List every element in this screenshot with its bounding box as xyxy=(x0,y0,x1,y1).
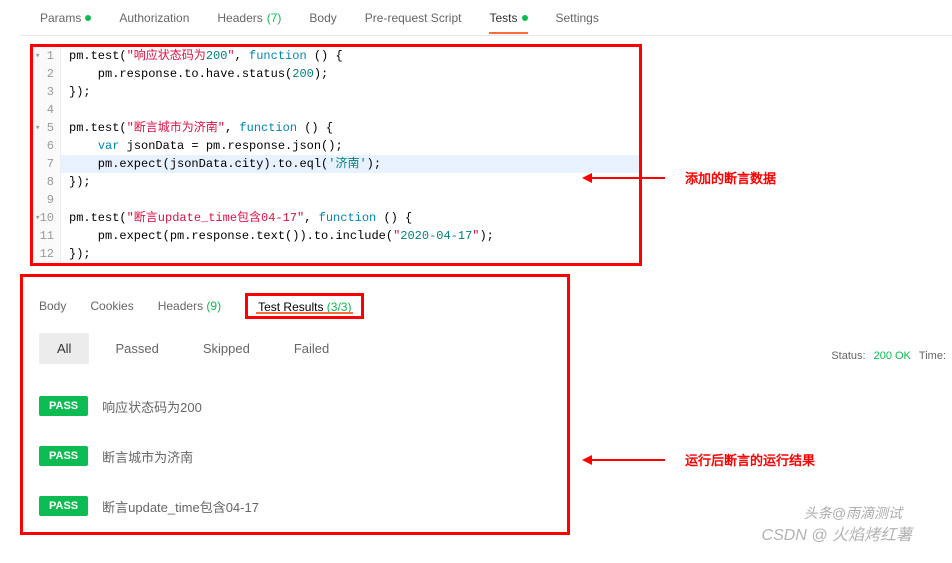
code-line[interactable]: 9 xyxy=(33,191,639,209)
tab-authorization[interactable]: Authorization xyxy=(119,3,189,33)
code-line[interactable]: 4 xyxy=(33,101,639,119)
dot-icon xyxy=(85,15,91,21)
code-line[interactable]: 11 pm.expect(pm.response.text()).to.incl… xyxy=(33,227,639,245)
annotation-text: 添加的断言数据 xyxy=(685,168,776,187)
response-panel: Body Cookies Headers (9) Test Results (3… xyxy=(20,274,570,535)
code-line[interactable]: 5▾pm.test("断言城市为济南", function () { xyxy=(33,119,639,137)
watermark-toutiao: 头条@雨滴测试 xyxy=(804,503,902,523)
filter-skipped[interactable]: Skipped xyxy=(185,333,268,364)
tab-tests[interactable]: Tests xyxy=(489,3,527,33)
code-line[interactable]: 12}); xyxy=(33,245,639,263)
test-filter-bar: All Passed Skipped Failed xyxy=(23,323,567,374)
response-tab-testresults[interactable]: Test Results (3/3) xyxy=(245,293,364,319)
tab-prerequest[interactable]: Pre-request Script xyxy=(365,3,462,33)
code-line[interactable]: 3}); xyxy=(33,83,639,101)
dot-icon xyxy=(522,15,528,21)
filter-all[interactable]: All xyxy=(39,333,89,364)
tab-params[interactable]: Params xyxy=(40,3,91,33)
test-name: 断言update_time包含04-17 xyxy=(102,497,259,516)
response-tab-cookies[interactable]: Cookies xyxy=(90,293,133,319)
annotation-run-results: 运行后断言的运行结果 xyxy=(585,450,815,469)
tests-code-editor[interactable]: 1▾pm.test("响应状态码为200", function () {2 pm… xyxy=(30,44,642,266)
test-name: 响应状态码为200 xyxy=(102,397,202,416)
watermark-csdn: CSDN @ 火焰烤红薯 xyxy=(762,521,912,545)
arrow-left-icon xyxy=(585,177,665,179)
response-status: Status:200 OK Time: xyxy=(831,350,946,362)
test-result-row: PASS 断言update_time包含04-17 xyxy=(23,488,567,524)
annotation-text: 运行后断言的运行结果 xyxy=(685,450,815,469)
code-line[interactable]: 8}); xyxy=(33,173,639,191)
annotation-added-assertion: 添加的断言数据 xyxy=(585,168,776,187)
filter-failed[interactable]: Failed xyxy=(276,333,347,364)
code-line[interactable]: 7 pm.expect(jsonData.city).to.eql('济南'); xyxy=(33,155,639,173)
response-tab-body[interactable]: Body xyxy=(39,293,66,319)
response-tab-headers[interactable]: Headers (9) xyxy=(158,293,221,319)
filter-passed[interactable]: Passed xyxy=(97,333,176,364)
code-line[interactable]: 2 pm.response.to.have.status(200); xyxy=(33,65,639,83)
arrow-left-icon xyxy=(585,459,665,461)
test-result-row: PASS 断言城市为济南 xyxy=(23,438,567,474)
test-name: 断言城市为济南 xyxy=(102,447,193,466)
pass-badge: PASS xyxy=(39,396,88,416)
code-line[interactable]: 1▾pm.test("响应状态码为200", function () { xyxy=(33,47,639,65)
request-tab-bar: Params Authorization Headers (7) Body Pr… xyxy=(20,0,952,36)
code-line[interactable]: 6 var jsonData = pm.response.json(); xyxy=(33,137,639,155)
response-tab-bar: Body Cookies Headers (9) Test Results (3… xyxy=(23,285,567,323)
test-result-row: PASS 响应状态码为200 xyxy=(23,388,567,424)
tab-headers[interactable]: Headers (7) xyxy=(217,3,281,33)
tab-body[interactable]: Body xyxy=(309,3,336,33)
code-line[interactable]: 10▾pm.test("断言update_time包含04-17", funct… xyxy=(33,209,639,227)
pass-badge: PASS xyxy=(39,446,88,466)
pass-badge: PASS xyxy=(39,496,88,516)
tab-settings[interactable]: Settings xyxy=(556,3,599,33)
